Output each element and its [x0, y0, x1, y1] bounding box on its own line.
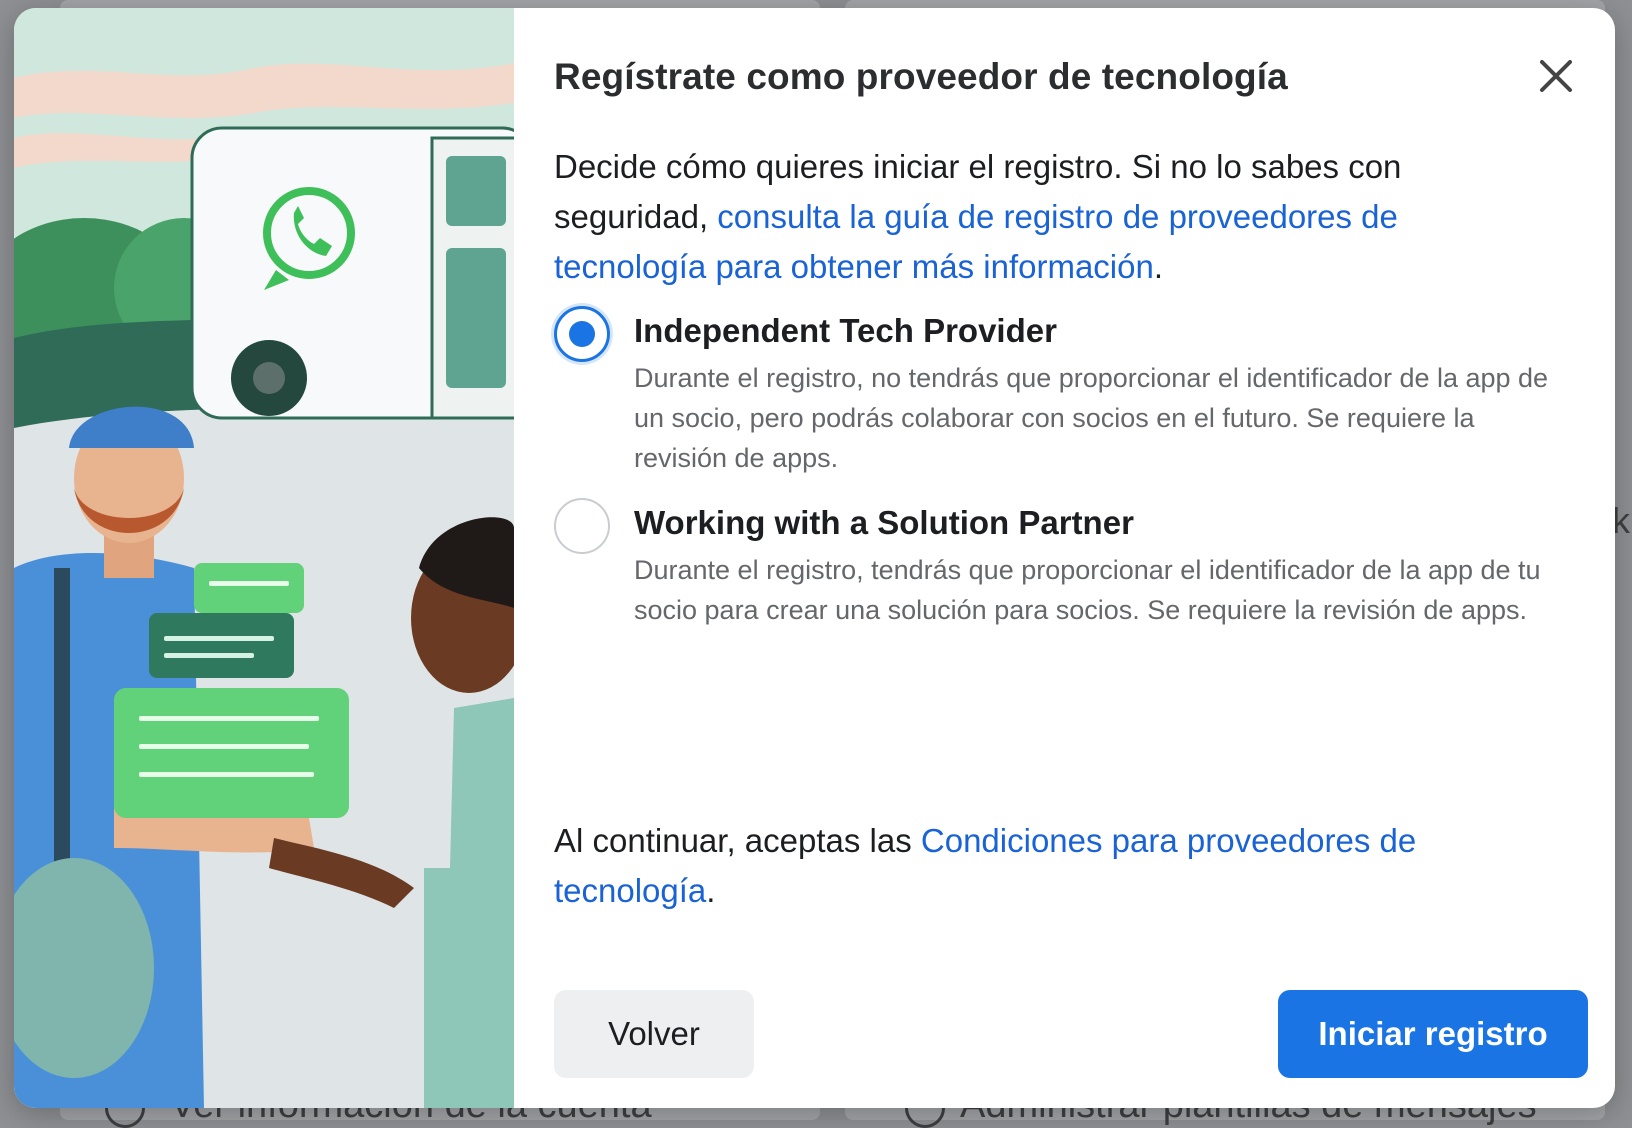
- radio-solution-partner[interactable]: [554, 498, 610, 554]
- register-dialog: Regístrate como proveedor de tecnología …: [14, 8, 1615, 1108]
- radio-selected-dot: [569, 321, 595, 347]
- terms-text-prefix: Al continuar, aceptas las: [554, 822, 921, 859]
- option-title: Independent Tech Provider: [634, 312, 1057, 349]
- option-solution-partner[interactable]: Working with a Solution Partner Durante …: [554, 498, 1584, 678]
- option-independent-tech-provider[interactable]: Independent Tech Provider Durante el reg…: [554, 306, 1584, 486]
- option-title: Working with a Solution Partner: [634, 504, 1134, 541]
- intro-text: Decide cómo quieres iniciar el registro.…: [554, 142, 1554, 292]
- terms-text: Al continuar, aceptas las Condiciones pa…: [554, 816, 1564, 916]
- dialog-content: Regístrate como proveedor de tecnología …: [514, 8, 1615, 1108]
- radio-independent-tech-provider[interactable]: [554, 306, 610, 362]
- close-button[interactable]: [1532, 52, 1580, 100]
- terms-text-suffix: .: [706, 872, 716, 909]
- intro-text-suffix: .: [1153, 248, 1164, 285]
- option-description: Durante el registro, no tendrás que prop…: [634, 363, 1549, 473]
- close-icon: [1540, 60, 1572, 92]
- start-registration-button[interactable]: Iniciar registro: [1278, 990, 1588, 1078]
- whatsapp-delivery-illustration: [14, 8, 514, 1108]
- option-description: Durante el registro, tendrás que proporc…: [634, 555, 1541, 625]
- back-button[interactable]: Volver: [554, 990, 754, 1078]
- dialog-title: Regístrate como proveedor de tecnología: [554, 56, 1288, 97]
